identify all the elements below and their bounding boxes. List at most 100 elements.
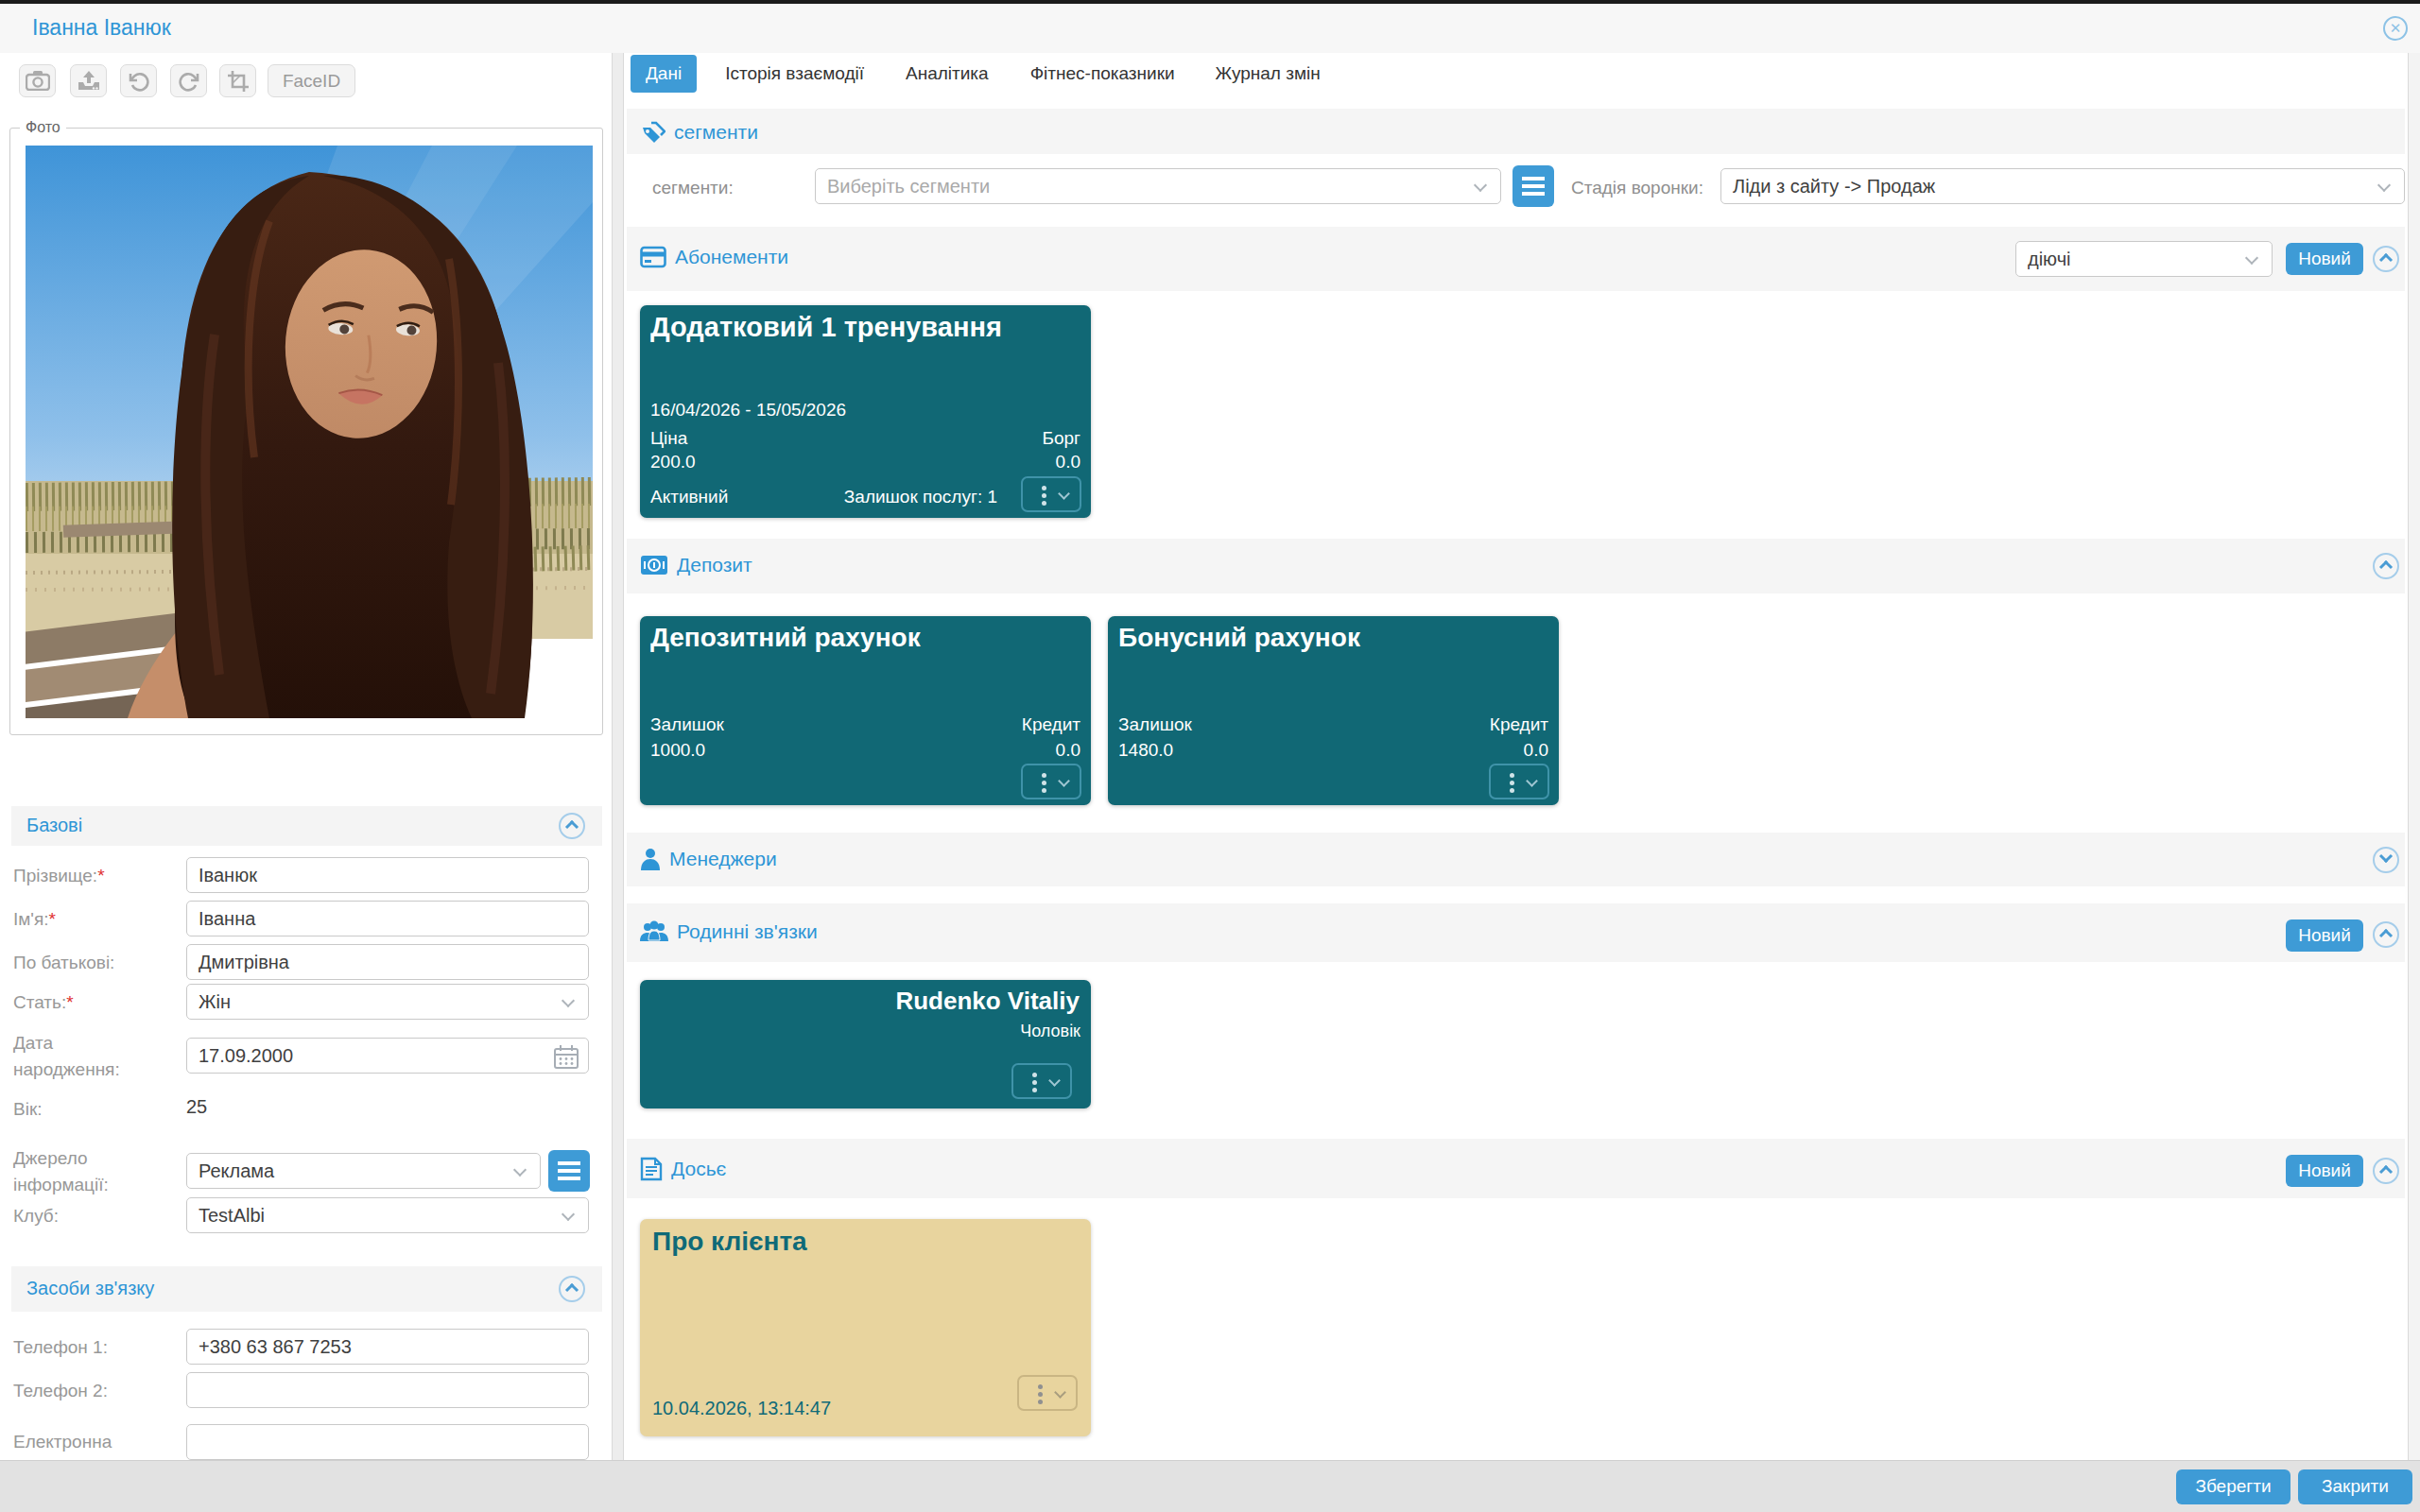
section-contacts-header: Засоби зв'язку [11, 1266, 602, 1312]
subscriptions-filter-select[interactable]: діючі [2015, 241, 2273, 277]
field-label: Ім'я:* [13, 906, 146, 933]
left-panel-scrollbar[interactable] [612, 53, 624, 1460]
section-subscriptions-header: Абонементи діючі Новий [627, 227, 2405, 291]
chevron-down-icon [1474, 179, 1487, 192]
redo-button[interactable] [170, 64, 207, 97]
tab-history[interactable]: Історія взаємодії [725, 63, 864, 84]
new-dossier-button[interactable]: Новий [2286, 1155, 2363, 1187]
chevron-down-icon [562, 1208, 575, 1221]
deposit-card[interactable]: Бонусний рахунок ЗалишокКредит 1480.00.0 [1108, 616, 1559, 805]
collapse-basic-icon[interactable] [559, 813, 585, 839]
field-label: По батькові: [13, 950, 146, 976]
list-icon [1522, 177, 1545, 196]
segments-list-button[interactable] [1512, 165, 1554, 207]
money-icon [640, 554, 668, 576]
subscription-period: 16/04/2026 - 15/05/2026 [650, 400, 1080, 421]
source-select[interactable]: Реклама [186, 1153, 541, 1189]
debt-value: 0.0 [1056, 452, 1080, 472]
new-subscription-button[interactable]: Новий [2286, 243, 2363, 275]
chevron-down-icon [1058, 775, 1070, 787]
new-family-button[interactable]: Новий [2286, 919, 2363, 952]
subscription-title: Додатковий 1 тренування [650, 312, 1002, 343]
take-photo-button[interactable] [19, 64, 56, 97]
redo-icon [178, 70, 200, 93]
dossier-card-title: Про клієнта [652, 1227, 807, 1257]
tab-changelog[interactable]: Журнал змін [1216, 63, 1321, 84]
section-basic-title: Базові [26, 815, 82, 836]
undo-button[interactable] [120, 64, 157, 97]
close-button[interactable]: Закрити [2298, 1469, 2412, 1504]
gender-select[interactable]: Жін [186, 984, 589, 1020]
upload-icon [77, 70, 101, 93]
document-icon [640, 1157, 663, 1181]
source-list-button[interactable] [548, 1150, 590, 1192]
card-icon [640, 246, 666, 268]
subscription-card[interactable]: Додатковий 1 тренування 16/04/2026 - 15/… [640, 305, 1091, 518]
balance-value: 1000.0 [650, 740, 705, 760]
dossier-card[interactable]: Про клієнта 10.04.2026, 13:14:47 [640, 1219, 1091, 1436]
list-icon [558, 1161, 580, 1180]
collapse-dossier-icon[interactable] [2373, 1158, 2399, 1184]
section-subscriptions-title: Абонементи [675, 246, 788, 268]
chevron-down-icon [562, 994, 575, 1007]
kebab-icon [1042, 773, 1046, 778]
right-panel-scrollbar[interactable] [2408, 53, 2420, 1460]
collapse-family-icon[interactable] [2373, 921, 2399, 948]
middlename-field[interactable]: Дмитрівна [186, 944, 589, 980]
client-photo [26, 146, 593, 718]
section-dossier-title: Досьє [671, 1158, 726, 1180]
collapse-subscriptions-icon[interactable] [2373, 246, 2399, 272]
upload-photo-button[interactable] [70, 64, 107, 97]
price-label: Ціна [650, 428, 687, 448]
chevron-down-icon [1058, 488, 1070, 500]
email1-field[interactable] [186, 1424, 589, 1460]
family-menu-button[interactable] [1011, 1063, 1072, 1099]
credit-label: Кредит [1490, 714, 1548, 735]
chevron-down-icon [2377, 179, 2391, 192]
lastname-field[interactable]: Іванюк [186, 857, 589, 893]
deposit-card[interactable]: Депозитний рахунок ЗалишокКредит 1000.00… [640, 616, 1091, 805]
family-card[interactable]: Rudenko Vitaliy Чоловік [640, 980, 1091, 1108]
close-icon[interactable]: ✕ [2383, 16, 2408, 41]
deposit-card-title: Бонусний рахунок [1118, 623, 1360, 653]
dossier-menu-button[interactable] [1017, 1375, 1078, 1411]
save-button[interactable]: Зберегти [2176, 1469, 2290, 1504]
deposit-menu-button[interactable] [1489, 764, 1549, 799]
chevron-down-icon [1048, 1074, 1061, 1087]
field-label: Телефон 1: [13, 1334, 146, 1361]
section-contacts-title: Засоби зв'язку [26, 1278, 154, 1299]
collapse-deposit-icon[interactable] [2373, 553, 2399, 579]
calendar-icon[interactable] [552, 1043, 580, 1070]
section-segments-title: сегменти [674, 121, 758, 144]
credit-label: Кредит [1022, 714, 1080, 735]
deposit-menu-button[interactable] [1021, 764, 1081, 799]
tab-bar: Дані Історія взаємодії Аналітика Фітнес-… [631, 55, 1321, 92]
tab-fitness[interactable]: Фітнес-показники [1030, 63, 1175, 84]
expand-managers-icon[interactable] [2373, 847, 2399, 873]
tab-analytics[interactable]: Аналітика [906, 63, 989, 84]
chevron-down-icon [1054, 1386, 1066, 1399]
chevron-down-icon [2245, 251, 2258, 265]
segments-select[interactable]: Виберіть сегменти [815, 168, 1501, 204]
phone1-field[interactable]: +380 63 867 7253 [186, 1329, 589, 1365]
field-label: Телефон 2: [13, 1378, 146, 1404]
subscription-status: Активний [650, 487, 728, 507]
faceid-button[interactable]: FaceID [268, 64, 355, 97]
funnel-select[interactable]: Ліди з сайту -> Продаж [1720, 168, 2405, 204]
section-deposit-title: Депозит [677, 554, 752, 576]
funnel-label: Стадія воронки: [1571, 178, 1703, 198]
field-label: Джерело інформації: [13, 1145, 146, 1198]
section-family-header: Родинні зв'язки Новий [627, 903, 2405, 962]
club-select[interactable]: TestAlbi [186, 1197, 589, 1233]
tab-data[interactable]: Дані [631, 55, 697, 93]
firstname-field[interactable]: Іванна [186, 901, 589, 936]
undo-icon [128, 70, 150, 93]
section-family-title: Родинні зв'язки [677, 920, 818, 943]
chevron-down-icon [1526, 775, 1538, 787]
crop-button[interactable] [219, 64, 256, 97]
birthdate-field[interactable]: 17.09.2000 [186, 1038, 589, 1074]
subscription-menu-button[interactable] [1021, 476, 1081, 512]
collapse-contacts-icon[interactable] [559, 1276, 585, 1302]
field-label: Дата народження: [13, 1030, 146, 1083]
phone2-field[interactable] [186, 1372, 589, 1408]
